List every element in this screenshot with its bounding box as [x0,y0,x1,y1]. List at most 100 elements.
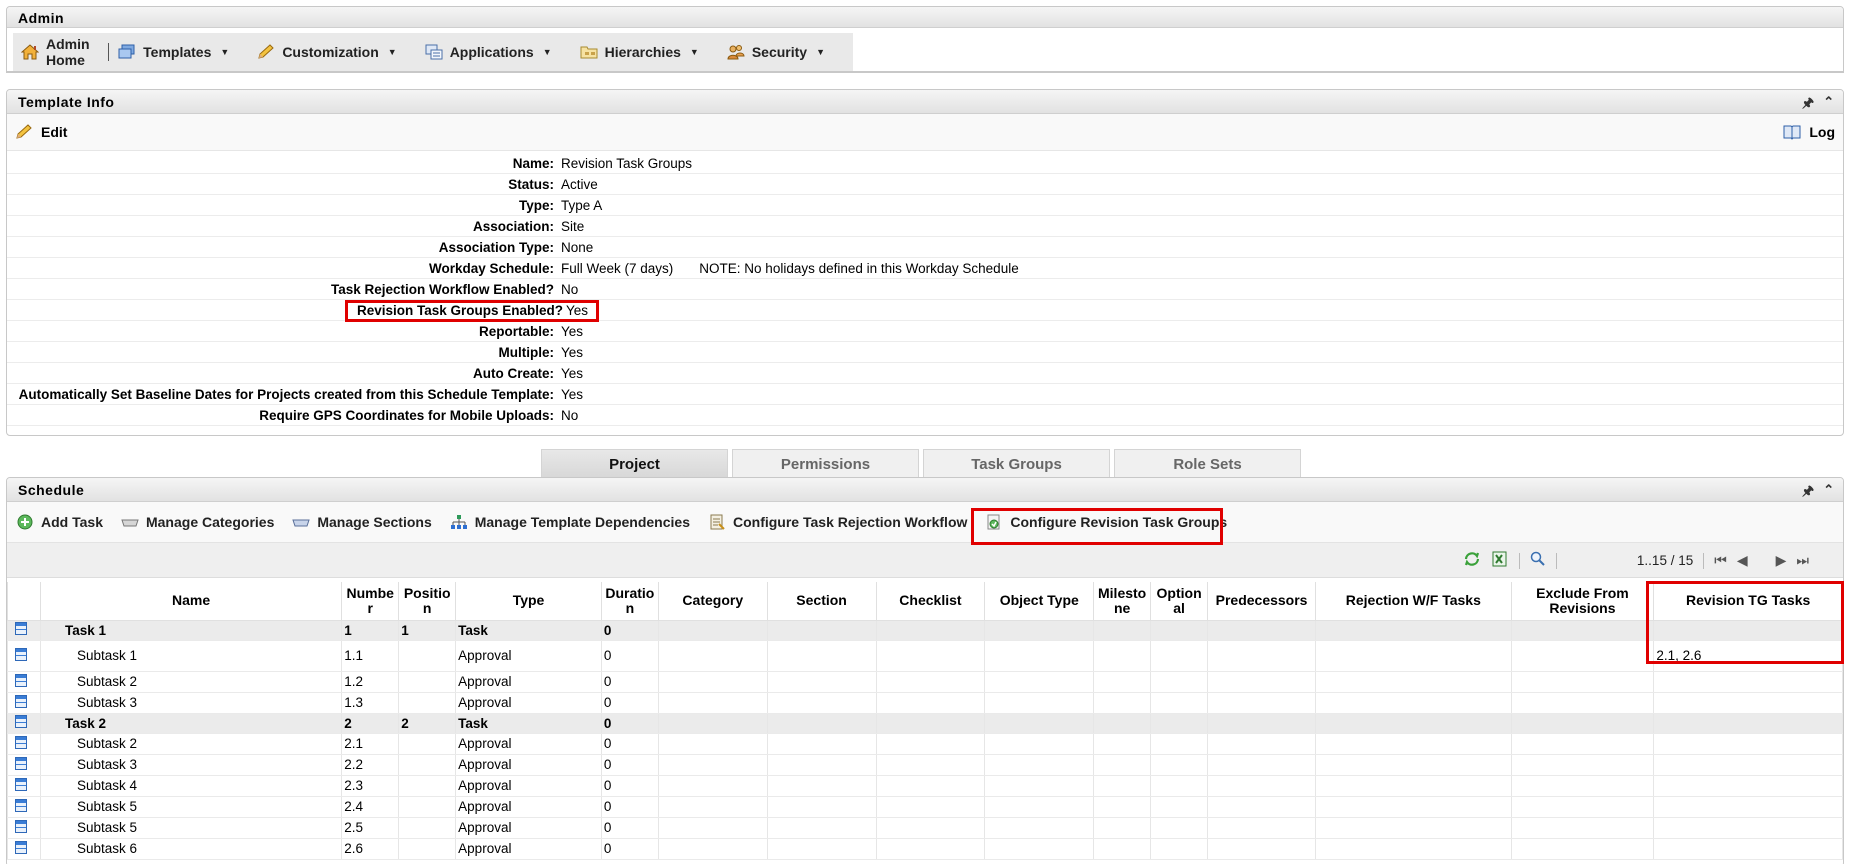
pin-icon[interactable]: 🖈 [1802,482,1814,504]
info-label-text: Task Rejection Workflow Enabled? [330,281,554,297]
row-icon-cell[interactable] [7,817,41,839]
task-detail-icon[interactable] [15,798,27,812]
table-row[interactable]: Subtask 1 1.1 Approval 0 2.1, 2.6 [7,640,1843,672]
last-page-icon[interactable]: ⏭ [1796,552,1809,569]
chevron-down-icon: ▼ [220,47,230,57]
excel-export-icon[interactable] [1491,551,1509,570]
empty-cell [984,817,1095,839]
previous-page-icon[interactable]: ◀ [1737,552,1748,569]
task-detail-icon[interactable] [15,840,27,854]
nav-customization[interactable]: Customization ▼ [257,44,397,60]
row-icon-cell[interactable] [7,692,41,714]
task-detail-icon[interactable] [15,777,27,791]
manage-categories-button[interactable]: Manage Categories [121,514,274,530]
tab-role-sets[interactable]: Role Sets [1114,449,1301,477]
column-header[interactable]: Revision TG Tasks [1653,582,1843,621]
task-detail-icon[interactable] [15,735,27,749]
column-header[interactable]: Section [766,582,877,621]
info-label: Association Type: [7,240,559,255]
tab-permissions[interactable]: Permissions [732,449,919,477]
info-value: Site [561,218,585,234]
column-header[interactable]: Type [455,582,602,621]
info-label: Multiple: [7,345,559,360]
empty-cell [1093,838,1152,860]
nav-security[interactable]: Security ▼ [727,44,825,60]
column-header[interactable]: Category [657,582,768,621]
table-row[interactable]: Subtask 3 2.2 Approval 0 [7,754,1843,776]
row-icon-cell[interactable] [7,754,41,776]
manage-template-dependencies-button[interactable]: Manage Template Dependencies [450,514,690,530]
column-header[interactable]: Milesto ne [1093,582,1152,621]
column-header[interactable]: Numbe r [341,582,400,621]
tab-task-groups[interactable]: Task Groups [923,449,1110,477]
collapse-icon[interactable]: ⌃ [1823,482,1835,504]
column-header[interactable]: Option al [1150,582,1209,621]
info-row: Type: Type A [7,195,1843,216]
column-header[interactable]: Duratio n [600,582,659,621]
template-info-list: Name: Revision Task Groups Status: Active Ty… [7,153,1843,426]
row-icon-cell[interactable] [7,796,41,818]
configure-revision-task-groups-button[interactable]: Configure Revision Task Groups [985,514,1227,530]
next-page-icon[interactable]: ▶ [1776,552,1787,569]
column-header[interactable] [7,582,41,621]
cell-number: 2.4 [341,796,400,818]
task-detail-icon[interactable] [15,673,27,687]
task-detail-icon[interactable] [15,647,27,661]
nav-templates[interactable]: Templates ▼ [118,44,229,60]
cell-name: Subtask 3 [39,754,343,776]
nav-hierarchies[interactable]: Hierarchies ▼ [580,44,699,60]
row-icon-cell[interactable] [7,620,41,641]
log-button[interactable]: Log [1783,124,1835,140]
table-row[interactable]: Subtask 5 2.5 Approval 0 [7,817,1843,839]
row-icon-cell[interactable] [7,713,41,734]
row-icon-cell[interactable] [7,733,41,755]
column-header[interactable]: Exclude From Revisions [1510,582,1655,621]
row-icon-cell[interactable] [7,640,41,672]
task-detail-icon[interactable] [15,694,27,708]
column-header[interactable]: Name [39,582,343,621]
row-icon-cell[interactable] [7,671,41,693]
column-header[interactable]: Object Type [984,582,1095,621]
collapse-icon[interactable]: ⌃ [1823,94,1835,116]
pager-divider [1555,552,1557,569]
empty-cell [1150,640,1209,672]
templates-icon [118,44,136,60]
cell-name: Subtask 4 [39,775,343,797]
table-row[interactable]: Subtask 3 1.3 Approval 0 [7,692,1843,714]
table-row[interactable]: Subtask 5 2.4 Approval 0 [7,796,1843,818]
search-icon[interactable] [1530,551,1546,570]
table-row[interactable]: Task 1 1 1 Task 0 [7,620,1843,641]
empty-cell [1510,692,1655,714]
table-row[interactable]: Subtask 6 2.6 Approval 0 [7,838,1843,860]
empty-cell [1207,796,1317,818]
table-row[interactable]: Task 2 2 2 Task 0 [7,713,1843,734]
row-icon-cell[interactable] [7,775,41,797]
task-detail-icon[interactable] [15,756,27,770]
empty-cell [766,671,877,693]
highlight-revision-enabled [344,299,599,322]
column-header[interactable]: Rejection W/F Tasks [1315,582,1512,621]
column-header[interactable]: Positio n [398,582,457,621]
task-detail-icon[interactable] [15,819,27,833]
nav-admin-home[interactable]: Admin Home [20,36,96,68]
column-header[interactable]: Predecessors [1207,582,1317,621]
cell-position [398,838,457,860]
edit-button[interactable]: Edit [15,124,67,140]
task-detail-icon[interactable] [15,622,27,635]
pin-icon[interactable]: 🖈 [1802,94,1814,116]
refresh-icon[interactable] [1463,551,1481,570]
table-row[interactable]: Subtask 2 1.2 Approval 0 [7,671,1843,693]
cell-type: Approval [455,796,602,818]
configure-task-rejection-workflow-button[interactable]: Configure Task Rejection Workflow [708,514,967,530]
task-detail-icon[interactable] [15,715,27,728]
row-icon-cell[interactable] [7,838,41,860]
first-page-icon[interactable]: ⏮ [1714,552,1727,569]
table-row[interactable]: Subtask 2 2.1 Approval 0 [7,733,1843,755]
cell-revision-tg-tasks [1653,692,1843,714]
column-header[interactable]: Checklist [875,582,986,621]
tab-project[interactable]: Project [541,449,728,477]
table-row[interactable]: Subtask 4 2.3 Approval 0 [7,775,1843,797]
add-task-button[interactable]: Add Task [16,514,103,530]
nav-applications[interactable]: Applications ▼ [425,44,552,60]
manage-sections-button[interactable]: Manage Sections [292,514,432,530]
